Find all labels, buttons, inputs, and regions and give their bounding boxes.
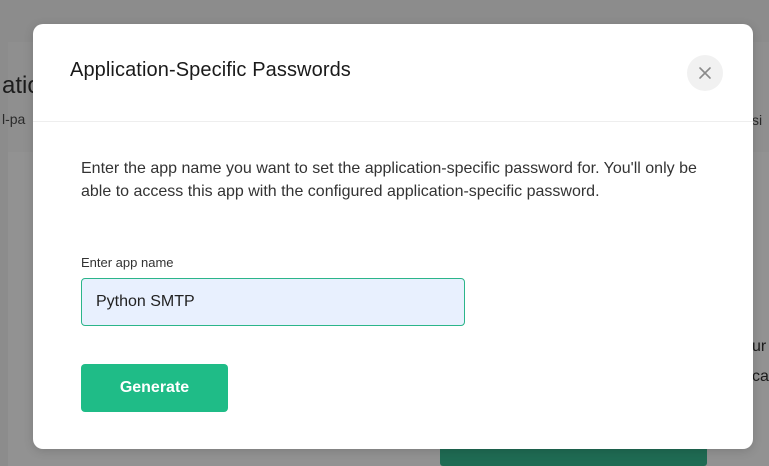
app-password-dialog: Application-Specific Passwords Enter the… [33, 24, 753, 449]
close-icon [699, 67, 711, 79]
dialog-title: Application-Specific Passwords [70, 59, 351, 81]
app-name-label: Enter app name [81, 255, 174, 270]
background-button [440, 446, 707, 466]
dialog-description: Enter the app name you want to set the a… [81, 160, 697, 200]
background-subtitle: l-pa [2, 111, 26, 127]
background-text-fragment: si [752, 112, 763, 128]
dialog-header: Application-Specific Passwords [33, 24, 753, 122]
generate-button[interactable]: Generate [81, 364, 228, 412]
close-button[interactable] [687, 55, 723, 91]
background-text-fragment: ur [752, 338, 767, 355]
app-name-input[interactable] [81, 278, 465, 326]
background-text-fragment: ca [752, 368, 769, 385]
